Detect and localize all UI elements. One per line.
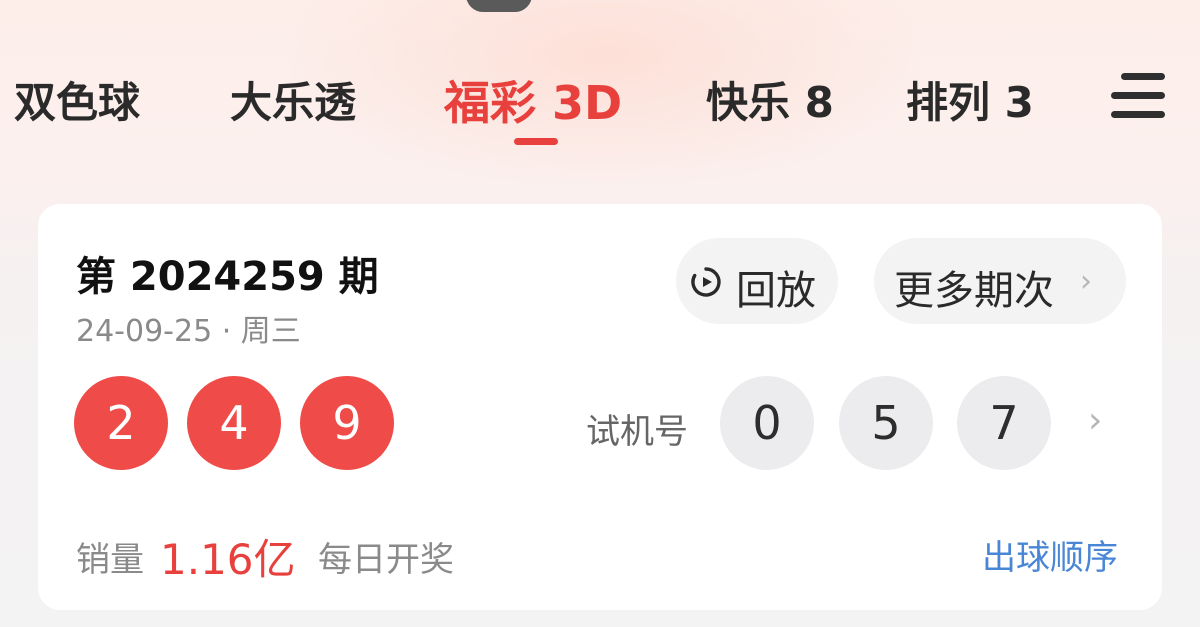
period-title: 第 2024259 期	[76, 254, 379, 300]
test-number-label: 试机号	[586, 412, 688, 452]
replay-label: 回放	[736, 268, 816, 314]
winning-number-ball: 2	[74, 376, 168, 470]
sales-label: 销量	[76, 540, 144, 580]
menu-icon[interactable]	[1111, 73, 1165, 119]
draw-date: 24-09-25 · 周三	[76, 314, 301, 349]
test-number-ball: 0	[720, 376, 814, 470]
chevron-right-icon: ›	[1080, 264, 1092, 299]
sales-value: 1.16亿	[160, 535, 296, 584]
more-periods-button[interactable]: 更多期次 ›	[874, 238, 1126, 324]
test-number-ball: 7	[957, 376, 1051, 470]
active-tab-indicator	[514, 138, 558, 145]
tab-daletou[interactable]: 大乐透	[230, 68, 356, 138]
ball-order-link[interactable]: 出球顺序	[982, 530, 1118, 579]
drag-handle[interactable]	[466, 0, 532, 12]
replay-button[interactable]: 回放	[676, 238, 838, 324]
winning-number-ball: 4	[187, 376, 281, 470]
draw-result-card: 第 2024259 期 24-09-25 · 周三 回放 更多期次 › 2 4 …	[38, 204, 1162, 610]
replay-icon	[691, 267, 721, 297]
tab-shuangseqiu[interactable]: 双色球	[14, 68, 140, 138]
tab-pailie-3[interactable]: 排列 3	[906, 68, 1034, 138]
winning-number-ball: 9	[300, 376, 394, 470]
draw-frequency: 每日开奖	[318, 540, 454, 580]
tab-fucai-3d[interactable]: 福彩 3D	[444, 68, 622, 138]
tab-kuaile-8[interactable]: 快乐 8	[706, 68, 834, 138]
test-number-ball: 5	[839, 376, 933, 470]
more-periods-label: 更多期次	[894, 268, 1054, 314]
menu-button-area	[1075, 40, 1200, 165]
chevron-right-icon[interactable]: ›	[1088, 400, 1102, 441]
